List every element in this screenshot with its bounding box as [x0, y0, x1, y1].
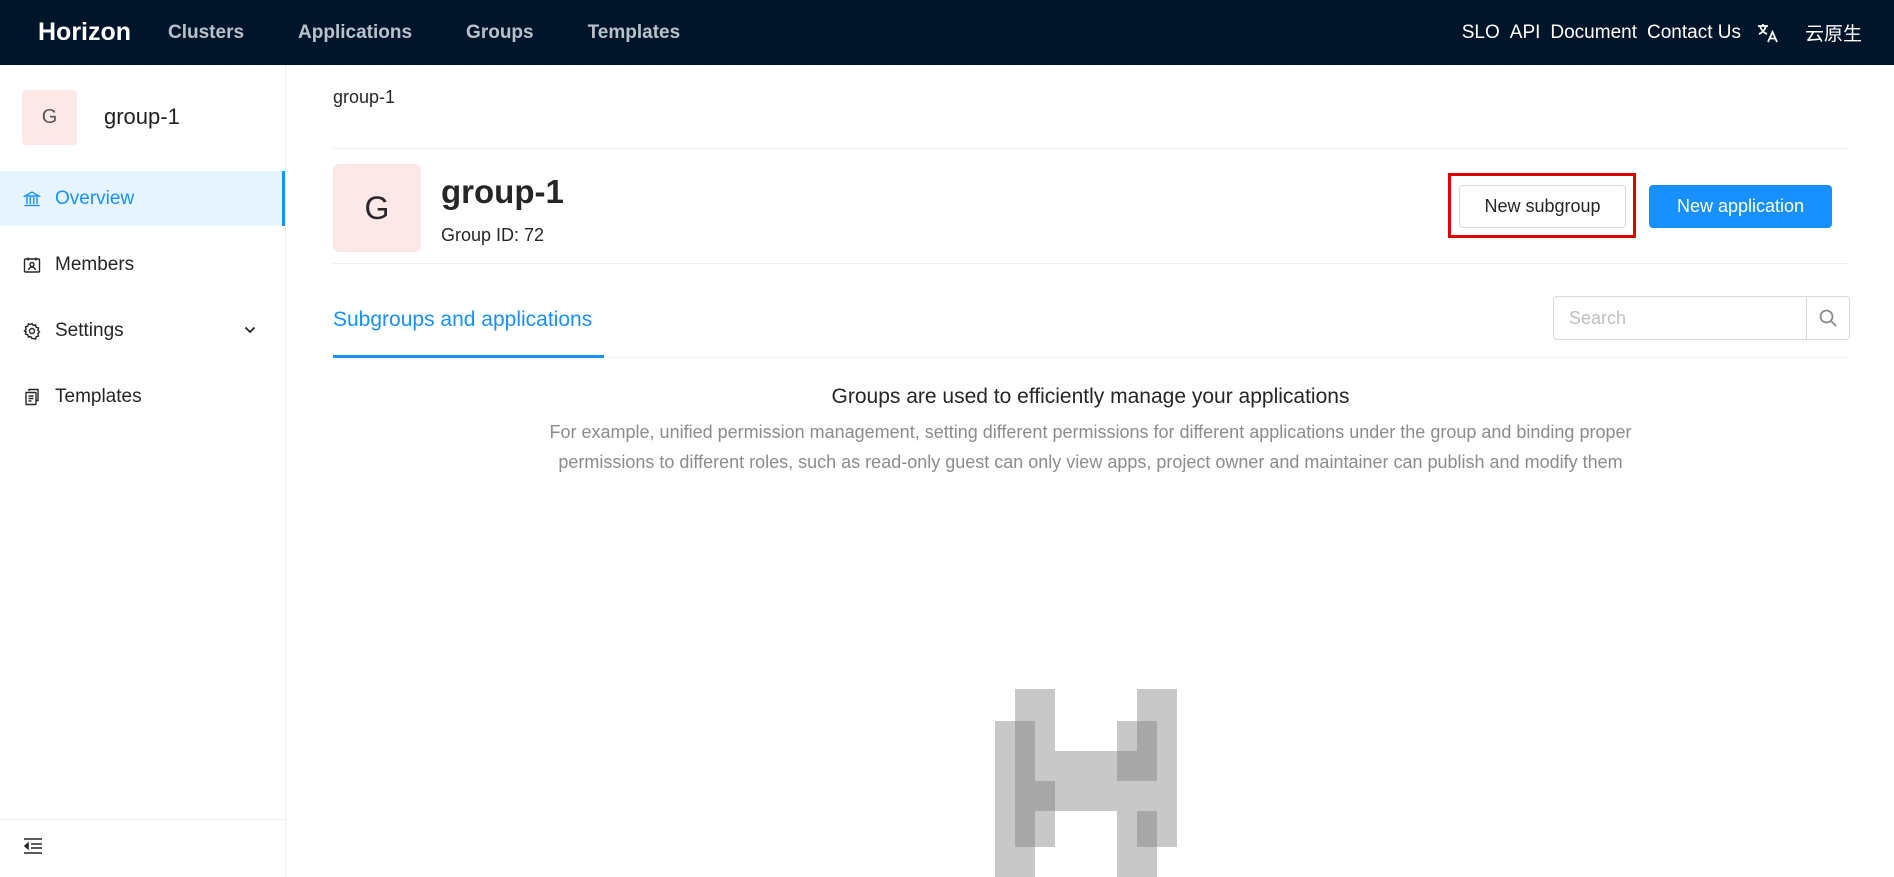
user-menu[interactable]: 云原生 — [1805, 19, 1862, 46]
link-slo[interactable]: SLO — [1462, 22, 1500, 44]
group-avatar: G — [22, 89, 77, 145]
sidebar-item-label: Members — [55, 253, 135, 275]
nav-clusters[interactable]: Clusters — [168, 22, 244, 44]
gear-icon — [22, 321, 42, 341]
sidebar-item-label: Settings — [55, 319, 124, 341]
sidebar-item-templates[interactable]: Templates — [0, 369, 285, 424]
nav-templates[interactable]: Templates — [588, 22, 681, 44]
link-contact-us[interactable]: Contact Us — [1647, 22, 1741, 44]
translate-icon[interactable] — [1755, 20, 1781, 46]
sidebar-group-header: G group-1 — [0, 65, 285, 169]
nav-applications[interactable]: Applications — [298, 22, 412, 44]
top-nav: Clusters Applications Groups Templates — [168, 22, 734, 44]
sidebar-collapse[interactable] — [0, 819, 286, 877]
sidebar-item-label: Overview — [55, 187, 135, 209]
contacts-icon — [22, 255, 42, 275]
sidebar-item-label: Templates — [55, 385, 142, 407]
divider — [333, 148, 1848, 149]
sidebar-group-name: group-1 — [104, 104, 180, 129]
horizon-logo-illustration — [995, 689, 1177, 877]
page-title: group-1 — [441, 173, 564, 210]
sidebar-item-settings[interactable]: Settings — [0, 303, 285, 358]
tab-active-indicator — [333, 355, 604, 358]
new-subgroup-button[interactable]: New subgroup — [1459, 185, 1626, 228]
empty-state-description: For example, unified permission manageme… — [549, 422, 1632, 472]
link-api[interactable]: API — [1510, 22, 1541, 44]
top-navbar: Horizon Clusters Applications Groups Tem… — [0, 0, 1894, 65]
sidebar-menu: Overview Members Settings Templates — [0, 171, 285, 424]
sidebar: G group-1 Overview Members Settings Temp… — [0, 65, 286, 877]
breadcrumb[interactable]: group-1 — [333, 87, 395, 108]
main-content: group-1 G group-1 Group ID: 72 New subgr… — [287, 65, 1894, 877]
search-button[interactable] — [1806, 297, 1849, 339]
group-avatar-large: G — [333, 164, 421, 252]
right-nav: SLO API Document Contact Us 云原生 — [1452, 0, 1862, 65]
menu-fold-icon[interactable] — [22, 837, 44, 860]
snippets-icon — [22, 387, 42, 407]
nav-groups[interactable]: Groups — [466, 22, 534, 44]
empty-state-title: Groups are used to efficiently manage yo… — [831, 385, 1350, 408]
chevron-down-icon[interactable] — [243, 321, 257, 343]
search-input[interactable] — [1554, 297, 1806, 339]
search-icon — [1819, 309, 1837, 327]
sidebar-item-members[interactable]: Members — [0, 237, 285, 292]
divider — [333, 263, 1848, 264]
group-id: Group ID: 72 — [441, 225, 545, 245]
tab-subgroups-and-applications[interactable]: Subgroups and applications — [333, 308, 592, 332]
sidebar-item-overview[interactable]: Overview — [0, 171, 285, 226]
link-document[interactable]: Document — [1550, 22, 1637, 44]
new-application-button[interactable]: New application — [1649, 185, 1832, 228]
search-box — [1553, 296, 1850, 340]
bank-icon — [22, 189, 42, 209]
brand-logo[interactable]: Horizon — [38, 18, 168, 47]
